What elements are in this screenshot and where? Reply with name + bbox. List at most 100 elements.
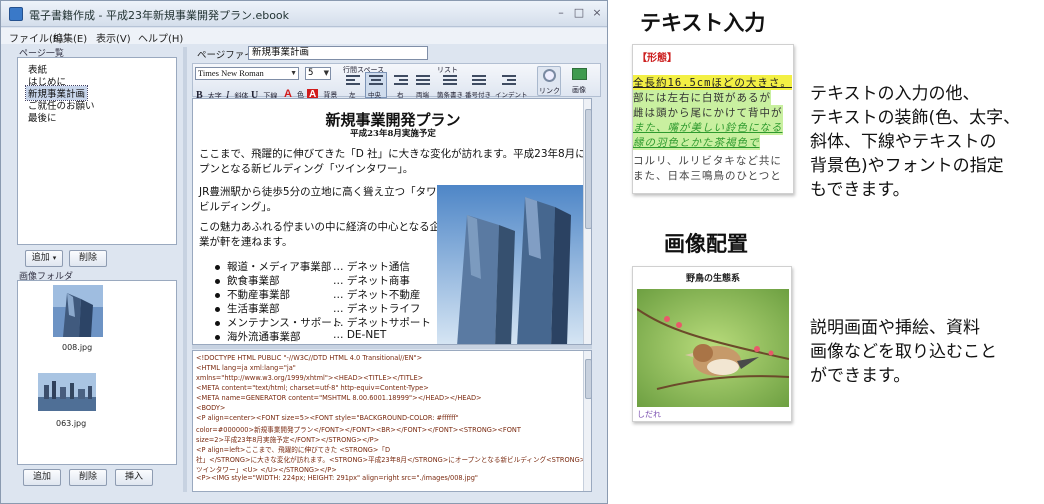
image-placement-heading: 画像配置 — [664, 232, 748, 256]
image-description-line: 画像などを取り込むこと — [810, 342, 997, 362]
department-company: … デネット不動産 — [333, 289, 421, 301]
maximize-button[interactable]: □ — [571, 5, 587, 21]
bird-photo — [636, 289, 790, 407]
menu-view[interactable]: 表示(V) — [96, 30, 131, 45]
text-description-line: テキストの入力の他、 — [810, 84, 980, 104]
image-delete-button[interactable]: 削除 — [69, 469, 107, 486]
source-line: <P><IMG style="WIDTH: 224px; HEIGHT: 291… — [196, 474, 478, 482]
image-add-button[interactable]: 追加 — [23, 469, 61, 486]
document-scrollbar[interactable] — [583, 99, 591, 344]
close-button[interactable]: × — [589, 5, 605, 21]
page-item-last[interactable]: 最後に — [28, 110, 57, 124]
editor-splitter[interactable] — [192, 345, 592, 349]
image-button[interactable]: 画像 — [567, 66, 593, 96]
font-select[interactable]: Times New Roman ▼ — [195, 67, 299, 80]
align-center-icon — [369, 75, 383, 87]
source-line: <META content="text/html; charset=utf-8"… — [196, 384, 429, 392]
source-line: xmlns="http://www.w3.org/1999/xhtml"><HE… — [196, 374, 424, 382]
justify-button[interactable]: 両端 — [413, 74, 433, 99]
format-toolbar: Times New Roman ▼ 5 ▼ 行間スペース リスト B 太字 I 斜体… — [192, 63, 601, 101]
source-line: ツインタワー」<U> </U></STRONG></P> — [196, 466, 337, 474]
doc-paragraph-1a: ここまで、飛躍的に伸びてきた「D 社」に大きな変化が訪れます。平成23年8月にオ… — [199, 148, 592, 160]
department-company: … デネット商事 — [333, 275, 410, 287]
font-size-value: 5 — [308, 68, 314, 78]
align-right-icon — [394, 75, 408, 87]
page-add-button[interactable]: 追加 ▾ — [25, 250, 63, 267]
text-sample-line: また、嘴が美しい鈴色になる — [633, 120, 783, 135]
document-scroll-thumb[interactable] — [585, 109, 591, 229]
document-subtitle: 平成23年8月実施予定 — [350, 129, 436, 139]
department-company: … デネットライフ — [333, 303, 421, 315]
chevron-down-icon: ▾ — [52, 254, 57, 262]
app-icon — [9, 7, 23, 21]
text-sample-line: また、日本三鳴鳥のひとつと — [633, 170, 782, 182]
page-add-label: 追加 — [31, 253, 50, 263]
link-button[interactable]: リンク — [537, 66, 561, 96]
source-line: 社」</STRONG>に大きな変化が訪れます。<STRONG>平成23年8月</… — [196, 456, 592, 464]
doc-paragraph-2b: ビルディング」。 — [199, 201, 278, 213]
chevron-down-icon: ▼ — [323, 69, 329, 77]
align-left-icon — [346, 75, 360, 87]
bullet-list-button[interactable]: 箇条書き — [437, 74, 463, 99]
justify-icon — [416, 75, 430, 87]
align-left-button[interactable]: 左 — [343, 74, 363, 99]
doc-paragraph-2a: JR豊洲駅から徒歩5分の立地に高く聳え立つ「タワー — [199, 186, 448, 198]
source-line: <HTML lang=ja xml:lang="ja" — [196, 364, 296, 372]
image-folder[interactable]: 008.jpg 063.jpg — [17, 280, 177, 465]
image-label: 画像 — [572, 86, 586, 94]
panel-splitter[interactable] — [183, 47, 187, 492]
tower-image[interactable] — [437, 185, 583, 344]
doc-paragraph-1b: プンとなる新ビルディング「ツインタワー」。 — [199, 163, 414, 175]
thumbnail-063[interactable] — [38, 373, 96, 411]
department-item: メンテナンス・サポート — [215, 315, 342, 330]
text-sample-line: 縁の羽色とかた茶褐色で — [633, 135, 760, 150]
text-sample-line: 全長約16.5cmほどの大きさ。 — [633, 75, 792, 90]
indent-button[interactable]: インデント — [495, 74, 528, 99]
source-scrollbar[interactable] — [583, 351, 591, 491]
source-line: color=#000000>新規事業開発プラン</FONT></FONT><BR… — [196, 426, 521, 434]
image-description-line: ができます。 — [810, 366, 911, 386]
filename-input[interactable]: 新規事業計画 — [248, 46, 428, 60]
align-right-button[interactable]: 右 — [391, 74, 411, 99]
number-list-icon — [472, 75, 486, 87]
align-center-button[interactable]: 中央 — [365, 72, 387, 99]
text-sample-line: コルリ、ルリビタキなど共に — [633, 155, 782, 167]
html-source-view[interactable]: <!DOCTYPE HTML PUBLIC "-//W3C//DTD HTML … — [192, 350, 592, 492]
text-feature-description: テキストの入力の他、 テキストの装飾(色、太字、 斜体、下線やテキストの 背景色… — [810, 82, 1020, 202]
menu-bar: ファイル(F) 編集(E) 表示(V) ヘルプ(H) — [1, 28, 607, 45]
image-description-line: 説明画面や挿絵、資料 — [810, 318, 980, 338]
font-size-select[interactable]: 5 ▼ — [305, 67, 331, 80]
link-icon — [543, 69, 556, 82]
bird-image — [636, 289, 790, 407]
source-line: size=2>平成23年8月実施予定</FONT></STRONG></P> — [196, 436, 380, 444]
text-sample-line: 部には左右に白斑があるが — [633, 90, 771, 105]
indent-icon — [502, 75, 516, 87]
image-feature-description: 説明画面や挿絵、資料 画像などを取り込むこと ができます。 — [810, 316, 997, 388]
number-list-button[interactable]: 番号付き — [465, 74, 493, 99]
department-item: 海外流通事業部 — [215, 329, 301, 344]
text-sample-line: 雌は頭から尾にかけて背中が — [633, 105, 783, 120]
chevron-down-icon: ▼ — [290, 69, 297, 77]
image-sample-card: 野鳥の生態系 しだれ — [632, 266, 792, 422]
text-input-heading: テキスト入力 — [640, 11, 766, 35]
image-card-caption: しだれ — [637, 410, 661, 419]
document-view[interactable]: 新規事業開発プラン 平成23年8月実施予定 ここまで、飛躍的に伸びてきた「D 社… — [192, 98, 592, 345]
page-delete-button[interactable]: 削除 — [69, 250, 107, 267]
source-line: <!DOCTYPE HTML PUBLIC "-//W3C//DTD HTML … — [196, 354, 423, 362]
page-list[interactable]: 表紙 はじめに 新規事業計画 ご就任のお願い 最後に — [17, 57, 177, 245]
source-line: <P align=left>ここまで、飛躍的に伸びてきた <STRONG>「D — [196, 446, 391, 454]
building-thumbnail-image — [53, 285, 103, 337]
text-description-line: テキストの装飾(色、太字、 — [810, 108, 1021, 128]
menu-edit[interactable]: 編集(E) — [53, 30, 87, 45]
link-label: リンク — [539, 87, 560, 95]
image-insert-button[interactable]: 挿入 — [115, 469, 153, 486]
thumbnail-063-label: 063.jpg — [56, 419, 87, 428]
thumbnail-008[interactable] — [53, 285, 103, 337]
minimize-button[interactable]: – — [553, 5, 569, 21]
menu-help[interactable]: ヘルプ(H) — [138, 30, 183, 45]
source-scroll-thumb[interactable] — [585, 359, 591, 399]
department-item: 報道・メディア事業部 — [215, 259, 331, 274]
source-line: <META name=GENERATOR content="MSHTML 8.0… — [196, 394, 482, 402]
image-icon — [572, 68, 587, 80]
thumbnail-008-label: 008.jpg — [62, 343, 93, 352]
